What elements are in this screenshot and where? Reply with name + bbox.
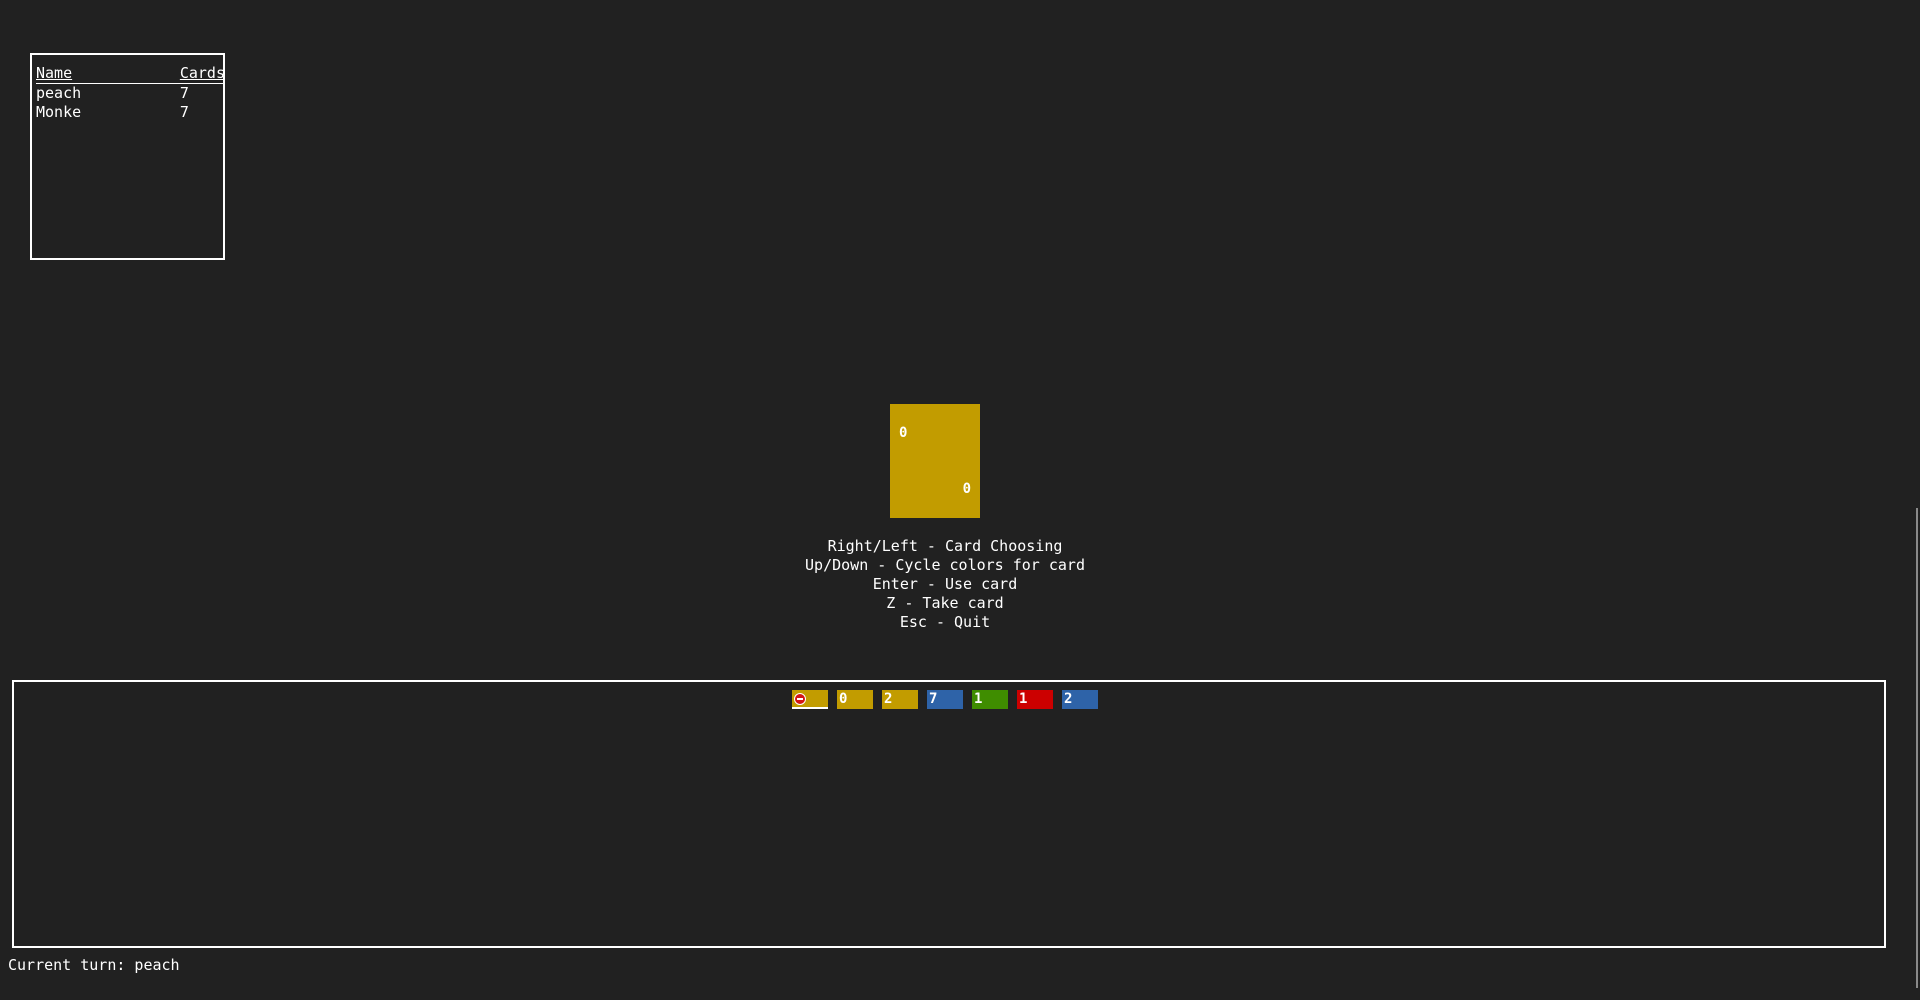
table-row: Monke 7 bbox=[36, 103, 225, 122]
skip-icon bbox=[794, 693, 806, 705]
table-row: peach 7 bbox=[36, 84, 225, 104]
help-line: Right/Left - Card Choosing bbox=[827, 537, 1063, 555]
player-name: peach bbox=[36, 84, 82, 102]
hand-card[interactable]: 1 bbox=[972, 690, 1008, 709]
current-turn-status: Current turn: peach bbox=[8, 956, 180, 974]
hand-card-label: 1 bbox=[1019, 691, 1028, 707]
help-line: Esc - Quit bbox=[899, 613, 991, 631]
column-header-name: Name bbox=[36, 64, 180, 84]
hand-card[interactable]: 2 bbox=[882, 690, 918, 709]
card-value-top-left: 0 bbox=[899, 425, 908, 441]
player-name: Monke bbox=[36, 103, 82, 121]
help-line: Enter - Use card bbox=[872, 575, 1018, 593]
players-table-header: Name Cards bbox=[36, 64, 225, 84]
hand-card-label: 0 bbox=[839, 691, 848, 707]
hand-card-label: 7 bbox=[929, 691, 938, 707]
hand-card-label: 1 bbox=[974, 691, 983, 707]
players-panel: Name Cards peach 7 Monke 7 bbox=[30, 53, 225, 260]
player-card-count: 7 bbox=[179, 84, 189, 102]
help-line: Up/Down - Cycle colors for card bbox=[805, 556, 1085, 574]
scrollbar[interactable] bbox=[1916, 508, 1918, 988]
hand-cards: 0 2 7 1 1 2 bbox=[792, 690, 1098, 709]
players-table: Name Cards peach 7 Monke 7 bbox=[36, 64, 225, 122]
hand-card-label: 2 bbox=[884, 691, 893, 707]
help-line: Z - Take card bbox=[886, 594, 1004, 612]
hand-panel: 0 2 7 1 1 2 bbox=[12, 680, 1886, 948]
controls-help: Right/Left - Card Choosing Up/Down - Cyc… bbox=[660, 537, 1230, 632]
card-value-bottom-right: 0 bbox=[962, 481, 971, 497]
hand-card[interactable]: 1 bbox=[1017, 690, 1053, 709]
hand-card[interactable]: 2 bbox=[1062, 690, 1098, 709]
hand-card[interactable]: 7 bbox=[927, 690, 963, 709]
discard-pile-top-card: 0 0 bbox=[890, 404, 980, 518]
hand-card-skip[interactable] bbox=[792, 690, 828, 709]
hand-card-label: 2 bbox=[1064, 691, 1073, 707]
hand-card[interactable]: 0 bbox=[837, 690, 873, 709]
column-header-cards: Cards bbox=[179, 64, 225, 84]
player-card-count: 7 bbox=[179, 103, 189, 121]
game-screen: Name Cards peach 7 Monke 7 0 0 Right/Lef… bbox=[0, 0, 1920, 1000]
